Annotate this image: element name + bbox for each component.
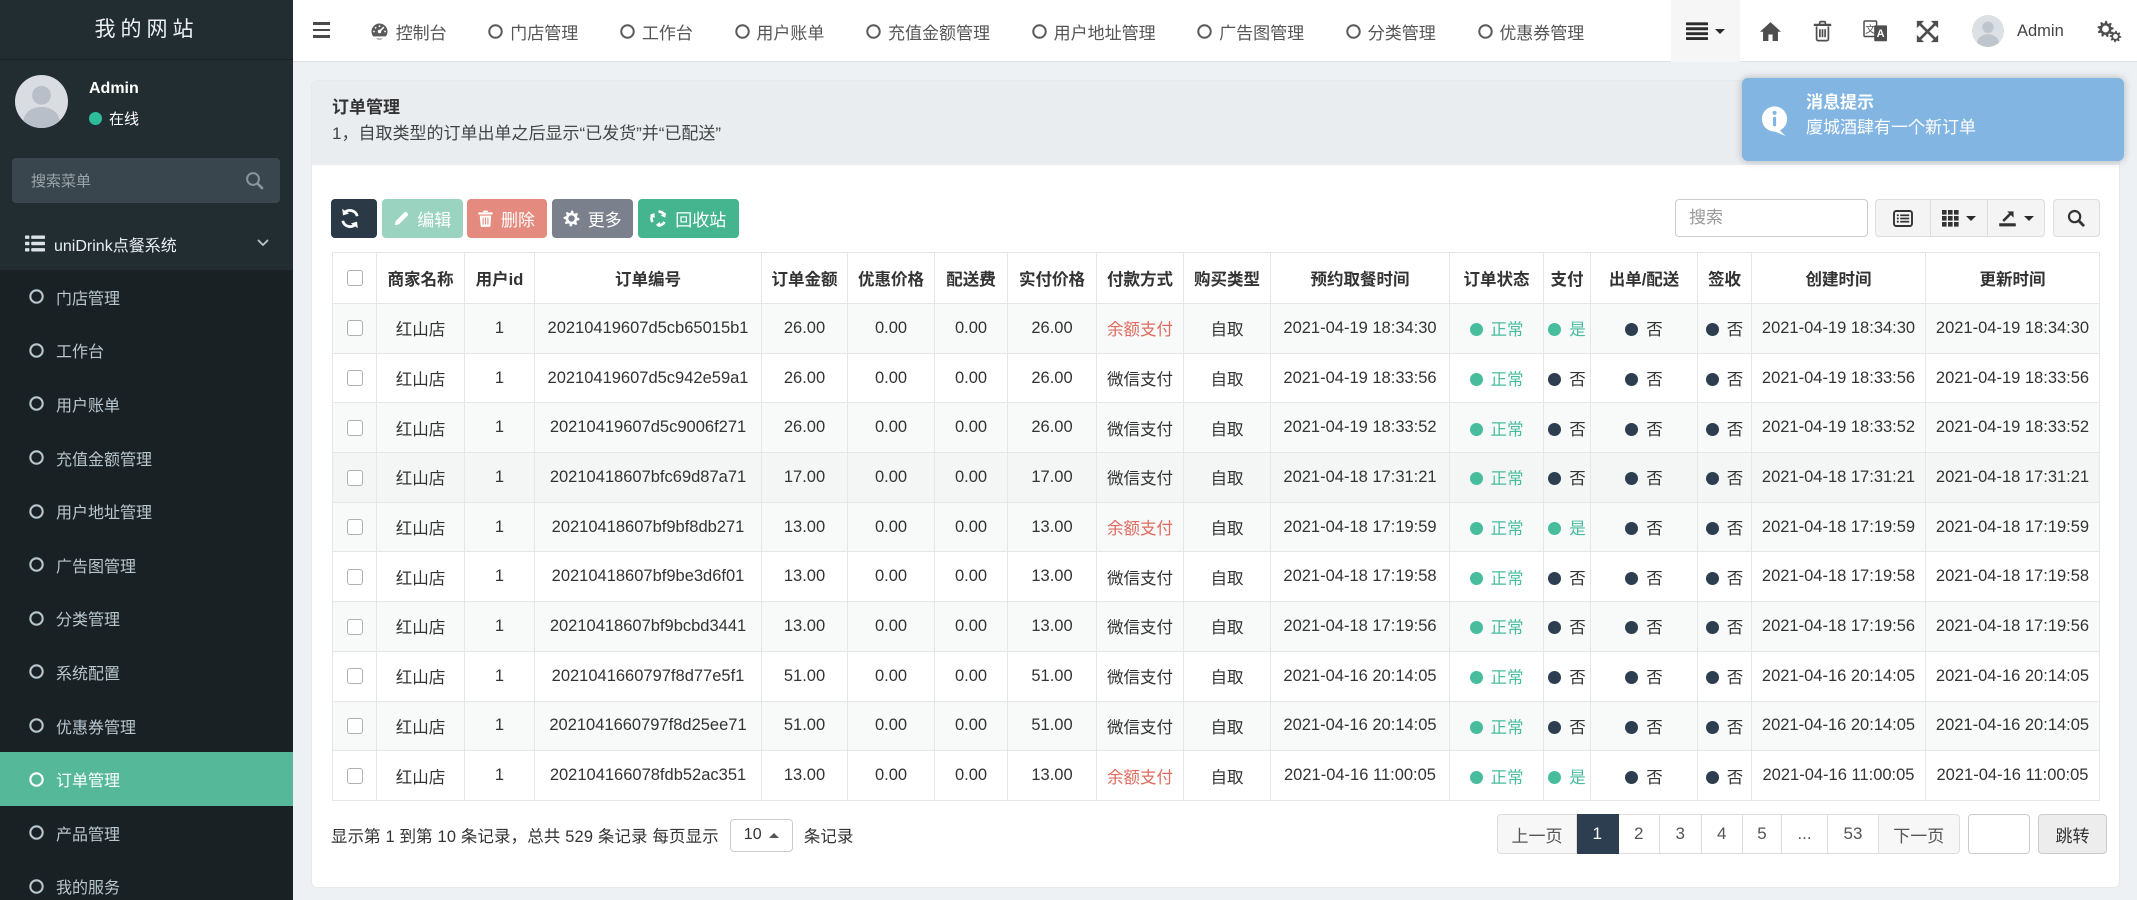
svg-text:文: 文 — [1865, 22, 1875, 35]
svg-text:A: A — [1876, 28, 1884, 40]
